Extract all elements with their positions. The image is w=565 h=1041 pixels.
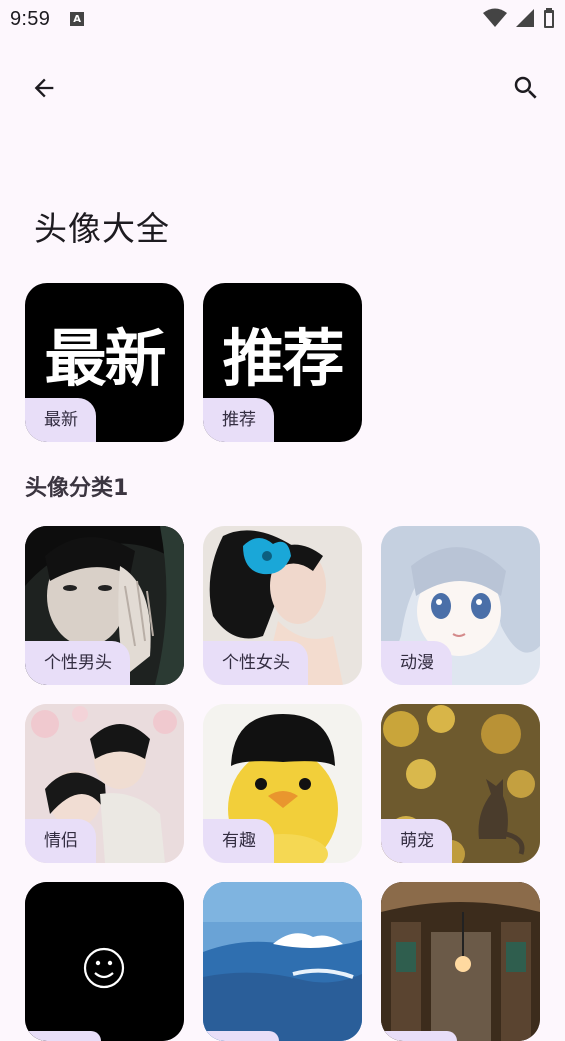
battery-icon — [544, 8, 554, 28]
category-tag-partial — [203, 1031, 279, 1041]
recommend-card-art: 推荐 — [222, 322, 344, 395]
status-bar: 9:59 A — [0, 0, 565, 38]
wave-avatar-image — [203, 882, 362, 1041]
category-card-female[interactable]: 个性女头 — [203, 526, 362, 685]
category-tag-partial — [381, 1031, 457, 1041]
category-card-wave[interactable] — [203, 882, 362, 1041]
category-card-smile[interactable] — [25, 882, 184, 1041]
status-icons — [483, 8, 555, 28]
category-card-male[interactable]: 个性男头 — [25, 526, 184, 685]
arrow-back-icon — [34, 78, 54, 98]
latest-card-art: 最新 — [44, 322, 166, 395]
keyboard-indicator-icon: A — [70, 12, 85, 26]
category-card-couple[interactable]: 情侣 — [25, 704, 184, 863]
category-card-funny[interactable]: 有趣 — [203, 704, 362, 863]
category-label: 情侣 — [25, 819, 96, 863]
category-label: 萌宠 — [381, 819, 452, 863]
latest-card-label: 最新 — [25, 398, 96, 442]
recommend-card-label: 推荐 — [203, 398, 274, 442]
category-label: 有趣 — [203, 819, 274, 863]
smiley-icon — [25, 882, 184, 1041]
search-icon — [514, 76, 537, 99]
status-time: 9:59 — [10, 7, 51, 30]
top-app-bar — [0, 62, 565, 114]
search-button[interactable] — [502, 64, 550, 112]
section-title: 头像分类1 — [25, 476, 129, 501]
room-avatar-image — [381, 882, 540, 1041]
category-tag-partial — [25, 1031, 101, 1041]
category-card-room[interactable] — [381, 882, 540, 1041]
back-button[interactable] — [20, 64, 68, 112]
category-card-anime[interactable]: 动漫 — [381, 526, 540, 685]
category-card-pets[interactable]: 萌宠 — [381, 704, 540, 863]
page-title: 头像大全 — [34, 209, 170, 248]
category-label: 个性女头 — [203, 641, 308, 685]
wifi-icon — [483, 8, 507, 27]
recommend-card[interactable]: 推荐 推荐 — [203, 283, 362, 442]
latest-card[interactable]: 最新 最新 — [25, 283, 184, 442]
signal-icon — [516, 9, 534, 27]
category-label: 个性男头 — [25, 641, 130, 685]
category-label: 动漫 — [381, 641, 452, 685]
